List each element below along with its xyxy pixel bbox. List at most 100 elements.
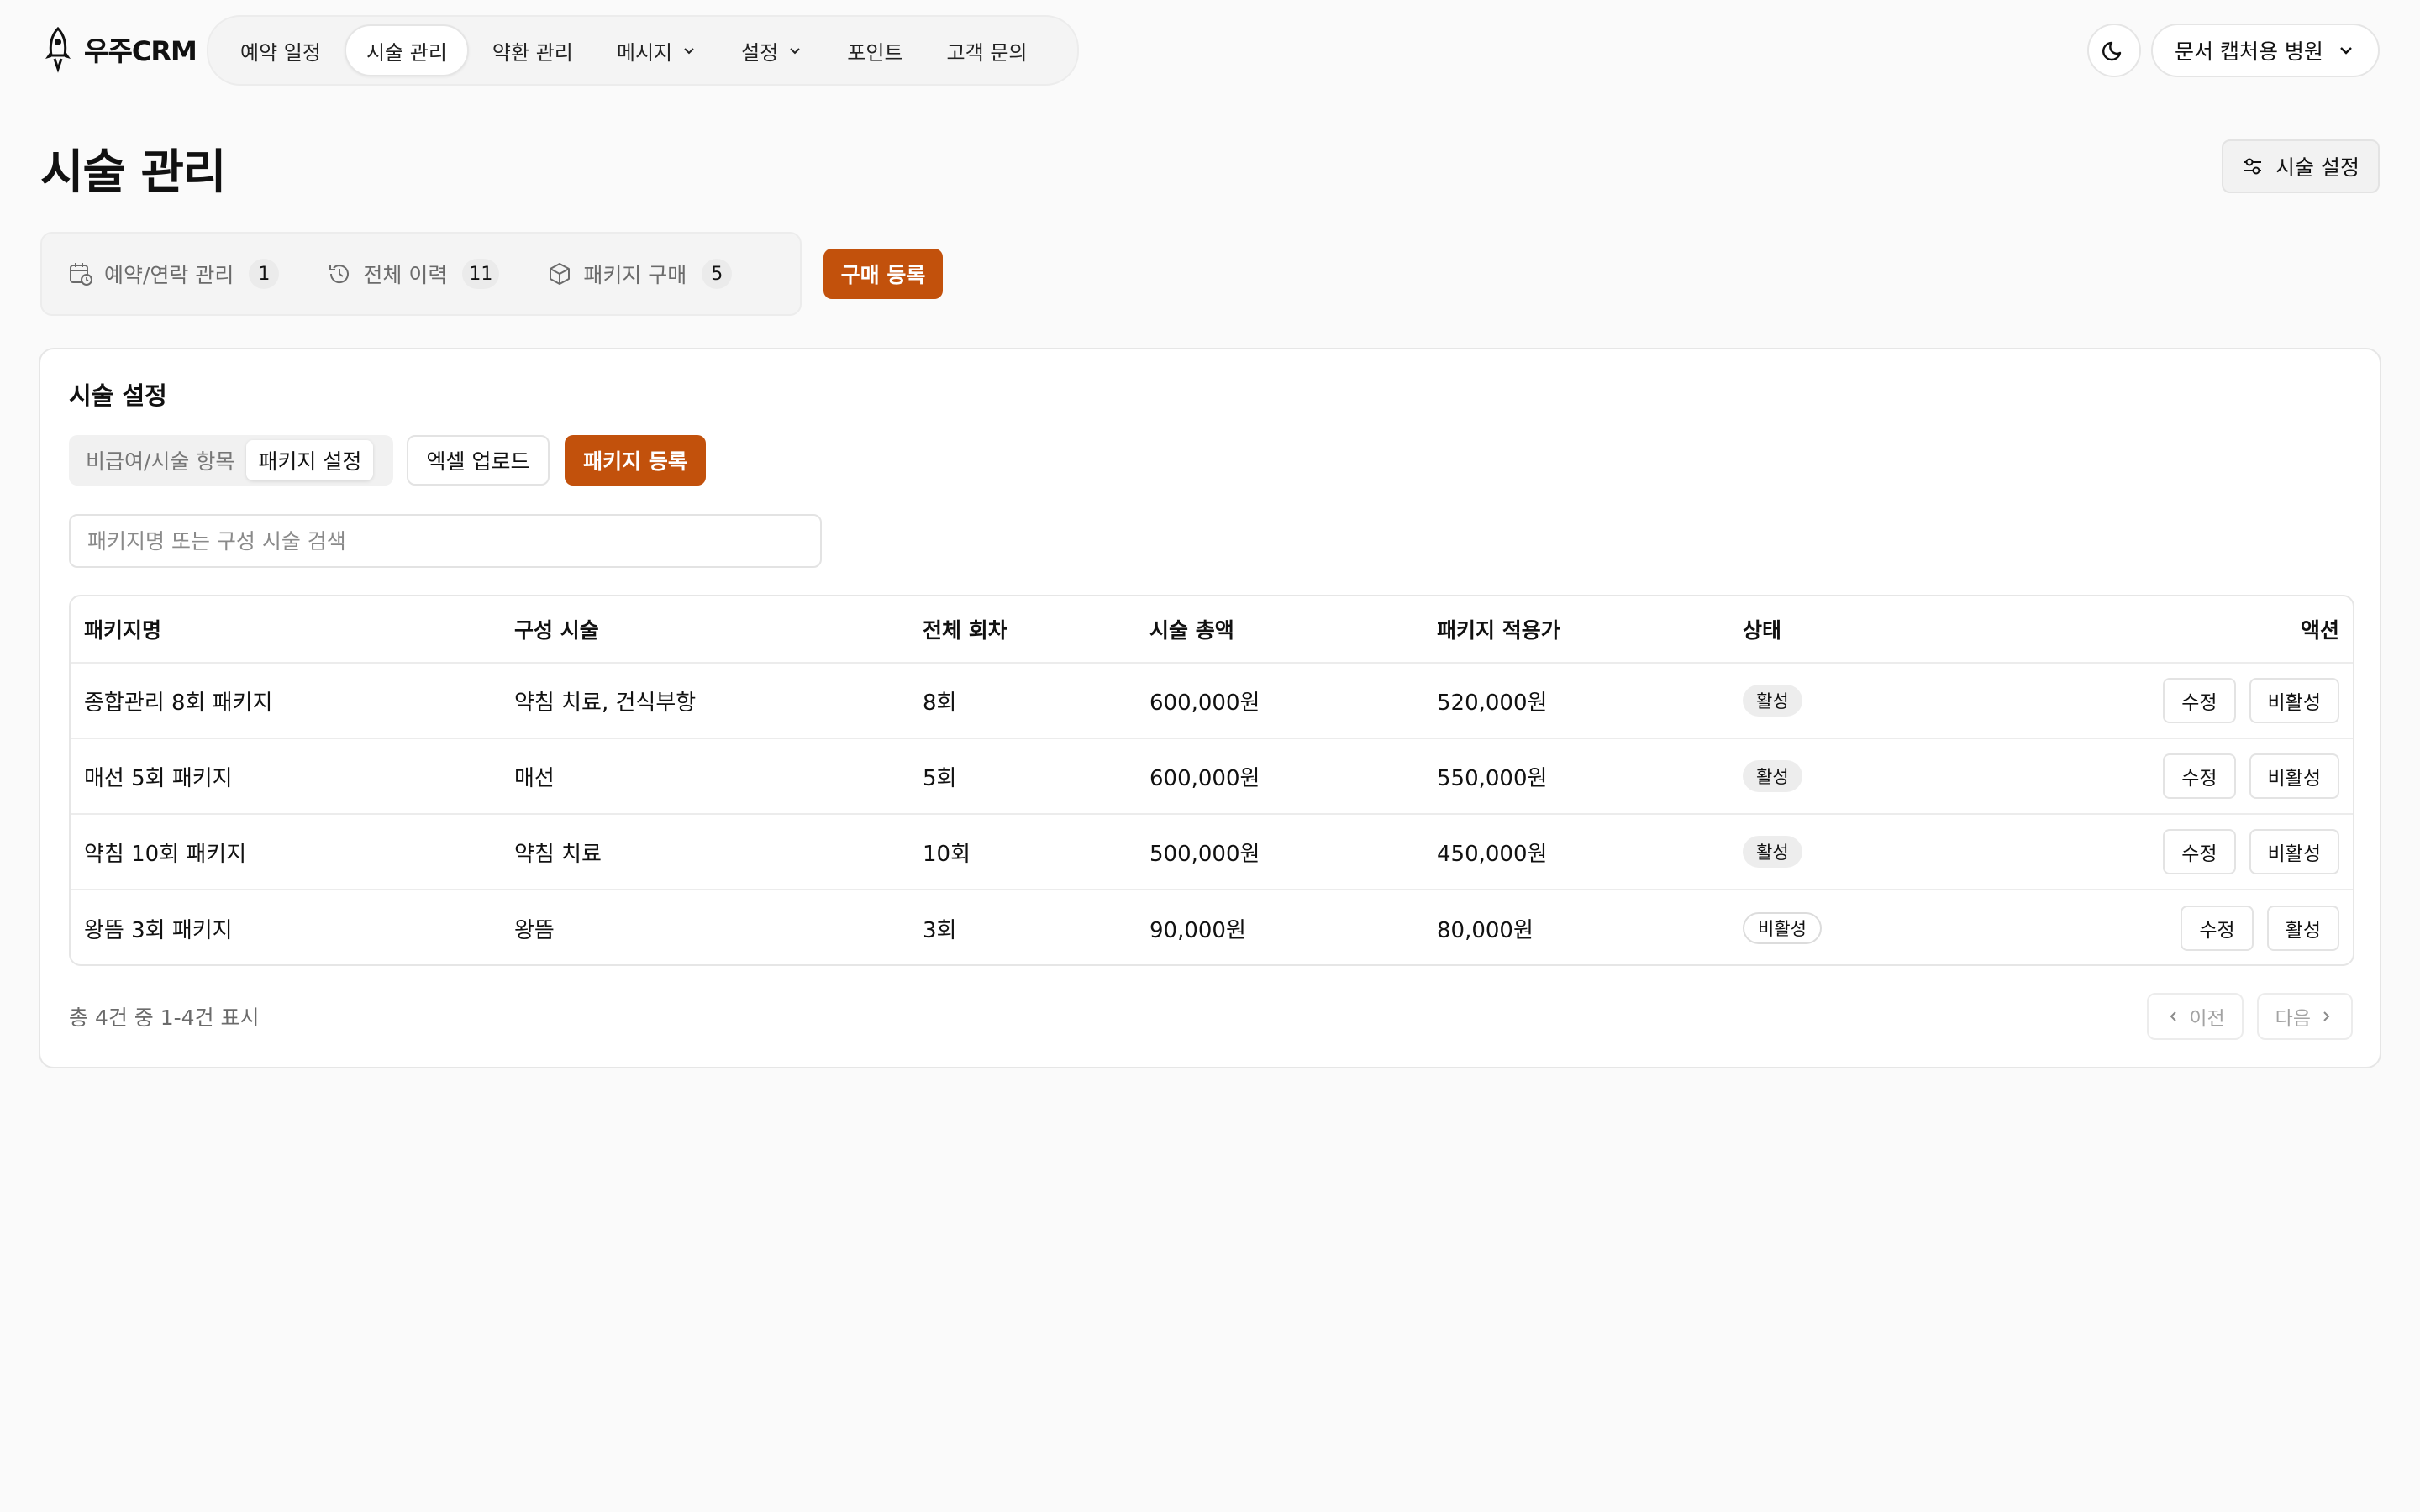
settings-segmented-control: 비급여/시술 항목 패키지 설정	[69, 435, 393, 486]
package-name: 종합관리 8회 패키지	[84, 690, 273, 716]
subtab-label: 패키지 구매	[583, 263, 687, 287]
sub-tabs: 예약/연락 관리 1 전체 이력 11 패키지 구매 5	[40, 232, 802, 316]
edit-button[interactable]: 수정	[2181, 906, 2254, 951]
toggle-status-button[interactable]: 비활성	[2249, 753, 2339, 799]
register-package-button[interactable]: 패키지 등록	[565, 435, 706, 486]
table-row: 종합관리 8회 패키지 약침 치료, 건식부항 8회 600,000원 520,…	[71, 664, 2353, 739]
package-price: 550,000원	[1437, 765, 1548, 791]
status-badge: 활성	[1743, 685, 1802, 717]
subtab-reservation[interactable]: 예약/연락 관리 1	[67, 259, 280, 289]
status-badge: 비활성	[1743, 912, 1822, 944]
next-label: 다음	[2275, 1008, 2311, 1030]
settings-button-label: 시술 설정	[2275, 155, 2360, 180]
card-title: 시술 설정	[69, 381, 167, 410]
column-header: 구성 시술	[514, 618, 599, 643]
table-row: 왕뜸 3회 패키지 왕뜸 3회 90,000원 80,000원 비활성 수정 활…	[71, 890, 2353, 964]
prev-page-button[interactable]: 이전	[2147, 993, 2244, 1040]
package-total: 90,000원	[1150, 917, 1246, 943]
column-header: 액션	[2300, 618, 2339, 643]
history-icon	[329, 265, 350, 284]
package-sessions: 8회	[923, 690, 957, 716]
theme-toggle-button[interactable]	[2087, 24, 2141, 77]
clinic-select[interactable]: 문서 캡처용 병원	[2151, 24, 2380, 77]
package-sessions: 5회	[923, 765, 957, 791]
column-header: 상태	[1743, 618, 1782, 643]
sliders-icon	[2244, 158, 2262, 175]
nav-item-inquiry[interactable]: 고객 문의	[927, 24, 1048, 76]
package-search-input[interactable]	[69, 514, 822, 568]
next-page-button[interactable]: 다음	[2256, 993, 2353, 1040]
logo[interactable]: 우주CRM	[39, 25, 197, 74]
segment-package-settings[interactable]: 패키지 설정	[246, 440, 374, 480]
nav-item-treatment[interactable]: 시술 관리	[344, 24, 469, 76]
pagination: 이전 다음	[2147, 993, 2353, 1040]
toggle-status-button[interactable]: 비활성	[2249, 678, 2339, 723]
toggle-status-button[interactable]: 비활성	[2249, 829, 2339, 874]
package-name: 매선 5회 패키지	[84, 765, 233, 791]
edit-button[interactable]: 수정	[2163, 753, 2236, 799]
package-treatments: 매선	[514, 765, 555, 791]
calendar-clock-icon	[70, 263, 92, 286]
package-treatments: 왕뜸	[514, 917, 555, 943]
package-name: 왕뜸 3회 패키지	[84, 917, 233, 943]
package-icon	[550, 263, 571, 285]
nav-label: 시술 관리	[366, 40, 447, 65]
subtab-label: 예약/연락 관리	[104, 263, 234, 287]
subtab-count: 5	[702, 259, 733, 289]
prev-label: 이전	[2189, 1008, 2225, 1030]
nav-item-points[interactable]: 포인트	[827, 24, 923, 76]
nav-label: 고객 문의	[946, 40, 1028, 65]
pagination-summary: 총 4건 중 1-4건 표시	[69, 1005, 260, 1030]
package-name: 약침 10회 패키지	[84, 841, 247, 867]
table-row: 매선 5회 패키지 매선 5회 600,000원 550,000원 활성 수정 …	[71, 739, 2353, 815]
package-treatments: 약침 치료	[514, 841, 602, 867]
clinic-select-value: 문서 캡처용 병원	[2175, 39, 2323, 64]
package-treatments: 약침 치료, 건식부항	[514, 690, 697, 716]
package-price: 80,000원	[1437, 917, 1534, 943]
subtab-count: 1	[249, 259, 280, 289]
nav-item-message[interactable]: 메시지	[597, 24, 718, 76]
excel-upload-button[interactable]: 엑셀 업로드	[407, 435, 550, 486]
column-header: 패키지 적용가	[1437, 618, 1560, 643]
nav-item-settings[interactable]: 설정	[721, 24, 823, 76]
package-total: 600,000원	[1150, 690, 1260, 716]
table-row: 약침 10회 패키지 약침 치료 10회 500,000원 450,000원 활…	[71, 815, 2353, 890]
package-sessions: 10회	[923, 841, 971, 867]
moon-icon	[2102, 41, 2122, 61]
package-sessions: 3회	[923, 917, 957, 943]
subtab-package-purchase[interactable]: 패키지 구매 5	[546, 259, 733, 289]
rocket-icon	[45, 26, 71, 73]
package-total: 600,000원	[1150, 765, 1260, 791]
subtab-history[interactable]: 전체 이력 11	[326, 259, 500, 289]
logo-text: 우주CRM	[84, 35, 197, 67]
edit-button[interactable]: 수정	[2163, 829, 2236, 874]
column-header: 시술 총액	[1150, 618, 1234, 643]
chevron-down-icon	[2340, 47, 2352, 55]
package-price: 520,000원	[1437, 690, 1548, 716]
chevron-down-icon	[684, 48, 694, 55]
package-price: 450,000원	[1437, 841, 1548, 867]
register-purchase-button[interactable]: 구매 등록	[823, 249, 943, 299]
column-header: 패키지명	[84, 618, 162, 643]
nav-label: 예약 일정	[240, 40, 321, 65]
chevron-down-icon	[790, 48, 800, 55]
nav-item-patient[interactable]: 약환 관리	[472, 24, 593, 76]
nav-label: 포인트	[847, 40, 903, 65]
chevron-right-icon	[2323, 1011, 2330, 1021]
edit-button[interactable]: 수정	[2163, 678, 2236, 723]
status-badge: 활성	[1743, 836, 1802, 868]
package-table: 패키지명 구성 시술 전체 회차 시술 총액 패키지 적용가 상태 액션 종합관…	[69, 595, 2354, 966]
toggle-status-button[interactable]: 활성	[2266, 906, 2339, 951]
segment-non-covered-items[interactable]: 비급여/시술 항목	[74, 440, 246, 480]
top-bar: 우주CRM 예약 일정 시술 관리 약환 관리 메시지 설정 포인트 고객 문의…	[0, 0, 2420, 97]
nav-item-schedule[interactable]: 예약 일정	[220, 24, 341, 76]
subtab-count: 11	[462, 259, 500, 289]
main-nav: 예약 일정 시술 관리 약환 관리 메시지 설정 포인트 고객 문의	[207, 15, 1079, 86]
treatment-settings-button[interactable]: 시술 설정	[2222, 139, 2380, 193]
page-title: 시술 관리	[40, 145, 227, 200]
nav-label: 메시지	[616, 40, 673, 65]
nav-label: 설정	[741, 40, 779, 65]
column-header: 전체 회차	[923, 618, 1007, 643]
chevron-left-icon	[2170, 1011, 2177, 1021]
subtab-label: 전체 이력	[363, 263, 448, 287]
